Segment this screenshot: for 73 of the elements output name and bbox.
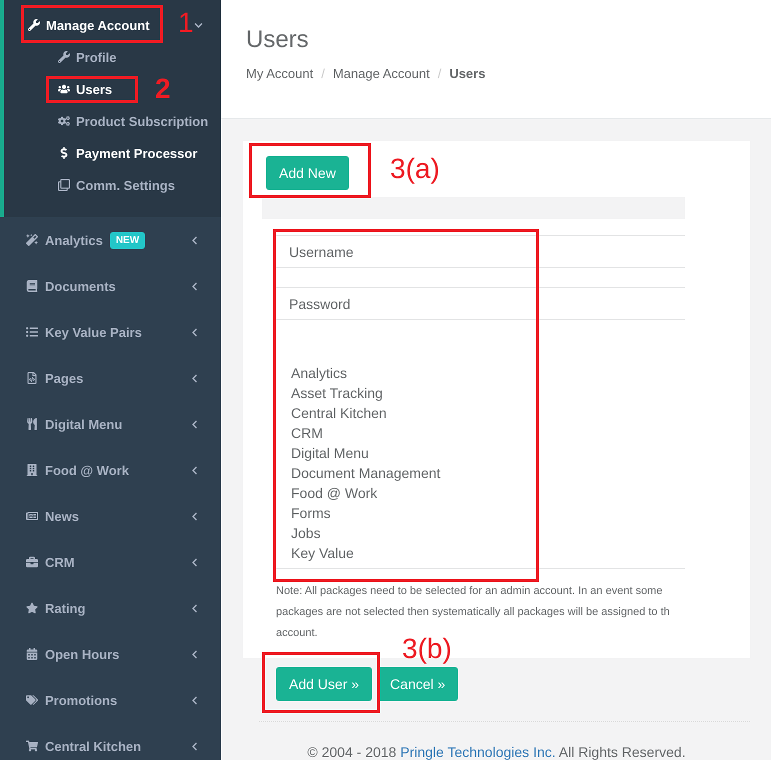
sidebar-item[interactable]: Promotions bbox=[0, 677, 221, 723]
breadcrumb-separator: / bbox=[438, 66, 442, 81]
sidebar-item-label: Open Hours bbox=[45, 646, 120, 662]
sidebar-item[interactable]: Open Hours bbox=[0, 631, 221, 677]
submenu-item[interactable]: Comm. Settings bbox=[4, 169, 221, 201]
star-icon bbox=[26, 602, 38, 614]
sidebar-item-label: Promotions bbox=[45, 692, 118, 708]
calendar-icon bbox=[26, 648, 38, 660]
package-option[interactable]: Jobs bbox=[291, 523, 670, 543]
package-option[interactable]: Central Kitchen bbox=[291, 403, 670, 423]
sidebar-item[interactable]: CRM bbox=[0, 539, 221, 585]
footer-text: © 2004 - 2018 Pringle Technologies Inc. All Rights Reserved. bbox=[306, 744, 687, 760]
sidebar-item-label: Rating bbox=[45, 600, 86, 616]
tags-icon bbox=[26, 694, 38, 706]
file-code-icon bbox=[26, 372, 38, 384]
annotation-number: 1 bbox=[178, 7, 194, 39]
submenu-item[interactable]: Users 2 bbox=[4, 73, 221, 105]
list-icon bbox=[26, 326, 38, 338]
sidebar-item[interactable]: Pages bbox=[0, 355, 221, 401]
sidebar-item[interactable]: Digital Menu bbox=[0, 401, 221, 447]
sidebar-item-label: News bbox=[45, 508, 79, 524]
sidebar-item-label: Documents bbox=[45, 278, 116, 294]
sidebar-item[interactable]: Food @ Work bbox=[0, 447, 221, 493]
sidebar-item-label: Analytics bbox=[45, 232, 103, 248]
new-badge: NEW bbox=[110, 232, 146, 248]
sidebar-item-label: Key Value Pairs bbox=[45, 324, 142, 340]
package-option[interactable]: Key Value bbox=[291, 543, 670, 563]
package-option[interactable]: Forms bbox=[291, 503, 670, 523]
wrench-icon bbox=[58, 51, 70, 63]
breadcrumb-link[interactable]: Users bbox=[449, 66, 486, 81]
annotation-number: 3(a) bbox=[390, 153, 440, 185]
password-field[interactable]: Password bbox=[276, 287, 685, 320]
breadcrumb-separator: / bbox=[321, 66, 325, 81]
utensils-icon bbox=[26, 418, 38, 430]
breadcrumb-link[interactable]: My Account bbox=[246, 66, 314, 81]
package-option[interactable]: Document Management bbox=[291, 463, 670, 483]
sidebar-item[interactable]: Key Value Pairs bbox=[0, 309, 221, 355]
magic-wand-icon bbox=[26, 234, 38, 246]
book-icon bbox=[26, 280, 38, 292]
sidebar-item-label: Pages bbox=[45, 370, 84, 386]
package-option[interactable]: Food @ Work bbox=[291, 483, 670, 503]
sidebar-item-label: Central Kitchen bbox=[45, 738, 142, 754]
submenu-item[interactable]: Payment Processor bbox=[4, 137, 221, 169]
package-option[interactable]: CRM bbox=[291, 423, 670, 443]
username-field[interactable]: Username bbox=[276, 235, 685, 268]
package-option[interactable]: Asset Tracking bbox=[291, 383, 670, 403]
gears-icon bbox=[58, 115, 70, 127]
sidebar-item[interactable]: Analytics NEW bbox=[0, 217, 221, 263]
copy-icon bbox=[58, 179, 70, 191]
briefcase-icon bbox=[26, 556, 38, 568]
package-option[interactable]: Digital Menu bbox=[291, 443, 670, 463]
submenu-item[interactable]: Product Subscription bbox=[4, 105, 221, 137]
sidebar-item[interactable]: News bbox=[0, 493, 221, 539]
users-icon bbox=[58, 83, 70, 95]
sidebar-item-label: CRM bbox=[45, 554, 75, 570]
breadcrumb-link[interactable]: Manage Account bbox=[332, 66, 430, 81]
company-link[interactable]: Pringle Technologies Inc. bbox=[400, 744, 556, 760]
sidebar-item[interactable]: Central Kitchen bbox=[0, 723, 221, 760]
manage-account-link[interactable]: Manage Account bbox=[28, 18, 150, 32]
annotation-number: 2 bbox=[155, 73, 171, 105]
sidebar-item-label: Digital Menu bbox=[45, 416, 122, 432]
cart-icon bbox=[26, 740, 38, 752]
packages-listbox[interactable]: Analytics Asset Tracking Central Kitchen CRM Digital Menu Document Management Food @ Work Forms Jobs Key Value bbox=[276, 357, 685, 569]
sidebar-item[interactable]: Rating bbox=[0, 585, 221, 631]
sidebar-item-label: Food @ Work bbox=[45, 462, 129, 478]
submenu-item[interactable]: Profile bbox=[4, 41, 221, 73]
package-option[interactable]: Analytics bbox=[291, 363, 670, 383]
page-title: Users bbox=[246, 26, 310, 54]
building-icon bbox=[26, 464, 38, 476]
newspaper-icon bbox=[26, 510, 38, 522]
sidebar-item[interactable]: Documents bbox=[0, 263, 221, 309]
dollar-icon bbox=[58, 147, 70, 159]
wrench-icon bbox=[28, 19, 40, 31]
